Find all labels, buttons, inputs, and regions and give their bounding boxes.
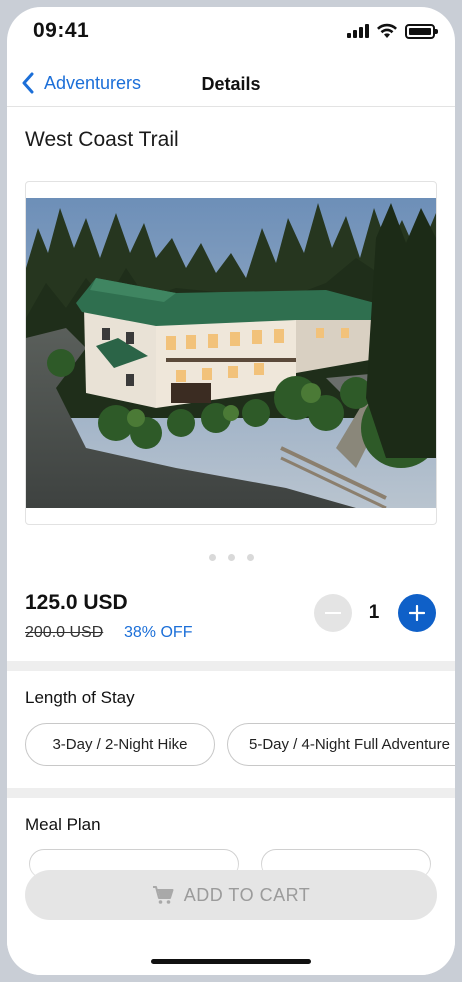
quantity-value: 1 bbox=[368, 602, 380, 623]
lodge-photo bbox=[26, 198, 436, 508]
add-to-cart-label: ADD TO CART bbox=[183, 884, 311, 905]
details-content[interactable]: West Coast Trail 125.0 USD 200.0 USD 38%… bbox=[7, 108, 455, 975]
pager-dot[interactable] bbox=[208, 554, 216, 561]
length-of-stay-label: Length of Stay bbox=[25, 688, 135, 707]
option-chip-5-day-label: 5-Day / 4-Night Full Adventure bbox=[249, 736, 450, 753]
option-chip-5-day[interactable]: 5-Day / 4-Night Full Adventure bbox=[227, 723, 455, 766]
status-bar: 09:41 bbox=[7, 7, 455, 55]
battery-icon bbox=[405, 23, 438, 39]
status-time: 09:41 bbox=[33, 19, 90, 42]
cart-icon bbox=[152, 885, 174, 905]
product-title: West Coast Trail bbox=[25, 128, 179, 151]
plus-icon bbox=[409, 605, 425, 621]
section-divider bbox=[7, 788, 455, 798]
original-price: 200.0 USD bbox=[25, 624, 104, 641]
carousel-pager bbox=[7, 554, 455, 561]
discount-badge: 38% OFF bbox=[124, 624, 193, 641]
pager-dot[interactable] bbox=[246, 554, 254, 561]
section-divider bbox=[7, 661, 455, 671]
option-chip-3-day[interactable]: 3-Day / 2-Night Hike bbox=[25, 723, 215, 766]
phone-screen: 09:41 Adventurers Details West Coast Tra… bbox=[7, 7, 455, 975]
navigation-bar: Adventurers Details bbox=[7, 63, 455, 107]
signal-icon bbox=[347, 24, 369, 38]
home-indicator[interactable] bbox=[151, 959, 311, 964]
current-price: 125.0 USD bbox=[25, 591, 128, 614]
minus-icon bbox=[325, 612, 341, 614]
decrease-quantity-button[interactable] bbox=[314, 594, 352, 632]
wifi-icon bbox=[377, 23, 397, 38]
meal-plan-label: Meal Plan bbox=[25, 815, 101, 834]
status-icons bbox=[347, 23, 438, 39]
pager-dot[interactable] bbox=[227, 554, 235, 561]
page-title: Details bbox=[201, 74, 261, 94]
add-to-cart-button[interactable]: ADD TO CART bbox=[25, 870, 437, 920]
image-carousel[interactable] bbox=[25, 181, 437, 525]
increase-quantity-button[interactable] bbox=[398, 594, 436, 632]
